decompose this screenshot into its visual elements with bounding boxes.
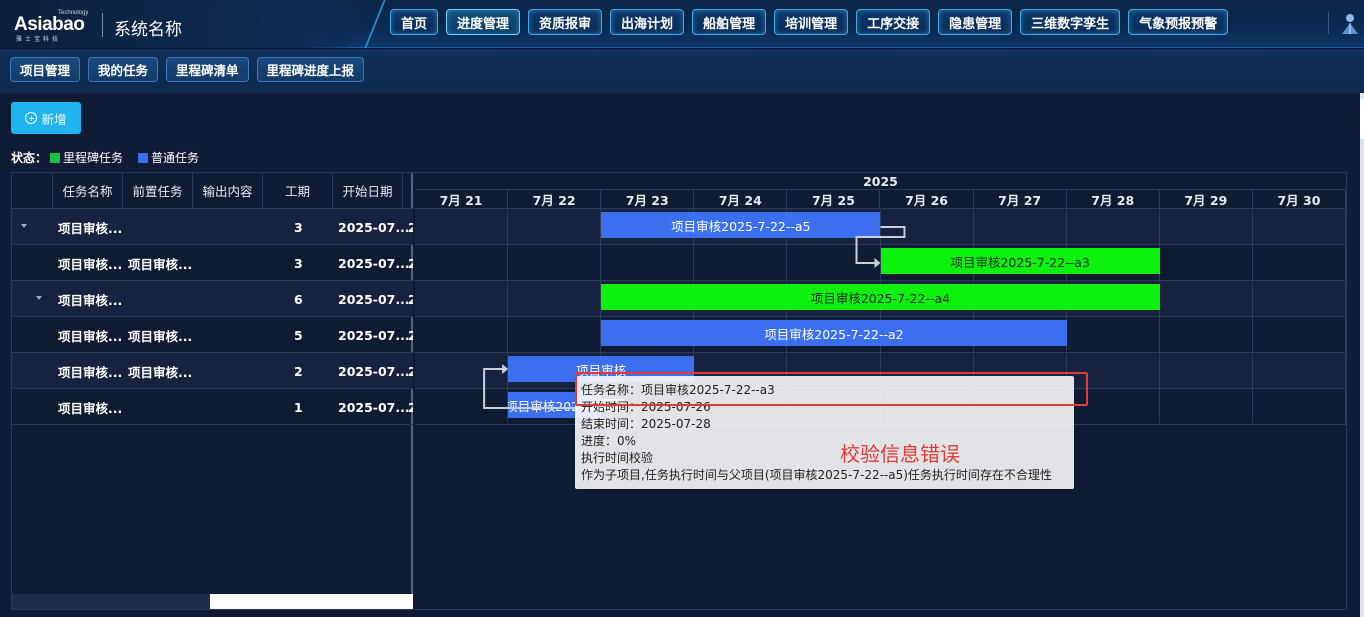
- subnav-item[interactable]: 里程碑进度上报: [256, 57, 365, 82]
- end-date-cell: 2: [408, 291, 413, 307]
- grid-header-duration[interactable]: 工期: [263, 173, 333, 209]
- add-button-label: 新增: [41, 111, 67, 127]
- nav-item[interactable]: 隐患管理: [938, 9, 1013, 35]
- sub-nav: 项目管理 我的任务 里程碑清单 里程碑进度上报: [10, 57, 365, 82]
- grid-header-output[interactable]: 输出内容: [193, 173, 263, 209]
- predecessor-cell: 项目审核...: [128, 256, 193, 272]
- brand-divider: [102, 13, 103, 37]
- end-date-cell: 2: [408, 219, 413, 235]
- milestone-swatch: [50, 152, 61, 163]
- start-date-cell: 2025-07...: [338, 399, 410, 415]
- task-name-cell: 项目审核...: [58, 292, 123, 308]
- table-row[interactable]: 项目审核... 3 2025-07... 2: [12, 209, 413, 245]
- logo-subtext: 雅士宝科技: [16, 36, 62, 43]
- duration-cell: 1: [294, 399, 303, 415]
- table-row[interactable]: 项目审核... 项目审核... 5 2025-07... 2: [12, 317, 413, 353]
- start-date-cell: 2025-07...: [338, 255, 410, 271]
- status-legend: 状态： 里程碑任务 普通任务: [11, 149, 211, 166]
- nav-item[interactable]: 出海计划: [610, 9, 685, 35]
- duration-cell: 3: [294, 219, 303, 235]
- duration-cell: 5: [294, 327, 303, 343]
- table-row[interactable]: 项目审核... 项目审核... 3 2025-07... 2: [12, 245, 413, 281]
- duration-cell: 3: [294, 255, 303, 271]
- error-highlight-box: [575, 372, 1088, 406]
- subnav-item[interactable]: 项目管理: [10, 57, 81, 82]
- legend-prefix: 状态：: [11, 151, 48, 165]
- tooltip-end-time: 结束时间：2025-07-28: [581, 417, 711, 431]
- nav-item[interactable]: 资质报审: [528, 9, 603, 35]
- grid-horizontal-scrollbar[interactable]: [12, 594, 413, 609]
- nav-item[interactable]: 船舶管理: [692, 9, 767, 35]
- start-date-cell: 2025-07...: [338, 291, 410, 307]
- tooltip-check-message: 作为子项目,任务执行时间与父项目(项目审核2025-7-22--a5)任务执行时…: [581, 468, 1052, 482]
- header-separator: [1328, 12, 1329, 34]
- grid-header-task-name[interactable]: 任务名称: [53, 173, 123, 209]
- company-logo: Technology Asiabao 雅士宝科技: [14, 10, 88, 43]
- task-name-cell: 项目审核...: [58, 256, 123, 272]
- task-name-cell: 项目审核...: [58, 364, 123, 380]
- subnav-item[interactable]: 我的任务: [88, 57, 159, 82]
- nav-item[interactable]: 三维数字孪生: [1020, 9, 1121, 35]
- subnav-item[interactable]: 里程碑清单: [166, 57, 249, 82]
- plus-circle-icon: [25, 112, 38, 124]
- task-grid: 任务名称 前置任务 输出内容 工期 开始日期 项目审核... 3 2025-07..…: [12, 173, 413, 609]
- duration-cell: 2: [294, 363, 303, 379]
- user-icon[interactable]: [1340, 12, 1360, 36]
- start-date-cell: 2025-07...: [338, 327, 410, 343]
- arrow-head-icon: [502, 364, 509, 374]
- grid-header-expand: [12, 173, 53, 209]
- nav-item[interactable]: 进度管理: [446, 9, 521, 35]
- end-date-cell: 2: [408, 255, 413, 271]
- main-content: 新增 状态： 里程碑任务 普通任务 任务名称 前置任务 输出内容 工期 开始日期…: [0, 93, 1364, 617]
- grid-header-more: [403, 173, 413, 209]
- duration-cell: 6: [294, 291, 303, 307]
- legend-normal-label: 普通任务: [151, 151, 200, 165]
- page-vertical-scrollbar[interactable]: [1360, 93, 1364, 617]
- logo-text: Asiabao: [14, 14, 85, 35]
- nav-item[interactable]: 首页: [390, 9, 439, 35]
- nav-item[interactable]: 工序交接: [856, 9, 931, 35]
- nav-item[interactable]: 培训管理: [774, 9, 849, 35]
- table-row[interactable]: 项目审核... 项目审核... 2 2025-07... 2: [12, 353, 413, 389]
- error-annotation: 校验信息错误: [840, 442, 960, 466]
- add-button[interactable]: 新增: [11, 102, 81, 134]
- arrow-head-icon: [874, 258, 881, 268]
- task-name-cell: 项目审核...: [58, 400, 123, 416]
- caret-down-icon[interactable]: [36, 296, 42, 300]
- start-date-cell: 2025-07...: [338, 363, 410, 379]
- predecessor-cell: 项目审核...: [128, 364, 193, 380]
- end-date-cell: 2: [408, 399, 413, 415]
- end-date-cell: 2: [408, 363, 413, 379]
- grid-header-predecessor[interactable]: 前置任务: [123, 173, 193, 209]
- nav-item[interactable]: 气象预报预警: [1128, 9, 1229, 35]
- end-date-cell: 2: [408, 327, 413, 343]
- grid-header-start-date[interactable]: 开始日期: [333, 173, 403, 209]
- top-header: Technology Asiabao 雅士宝科技 系统名称 首页 进度管理 资质报审…: [0, 0, 1364, 48]
- dependency-link: [855, 226, 906, 264]
- sub-nav-bar: 项目管理 我的任务 里程碑清单 里程碑进度上报: [0, 49, 1364, 93]
- scrollbar-thumb[interactable]: [210, 594, 413, 609]
- page-scrollbar-thumb[interactable]: [1360, 99, 1364, 139]
- top-nav: 首页 进度管理 资质报审 出海计划 船舶管理 培训管理 工序交接 隐患管理 三维数字孪生 气象预报…: [390, 9, 1229, 35]
- caret-down-icon[interactable]: [21, 224, 27, 228]
- start-date-cell: 2025-07...: [338, 219, 410, 235]
- predecessor-cell: 项目审核...: [128, 328, 193, 344]
- table-row[interactable]: 项目审核... 1 2025-07... 2: [12, 389, 413, 425]
- tooltip-progress: 进度：0%: [581, 434, 637, 448]
- tooltip-check-title: 执行时间校验: [581, 451, 654, 465]
- legend-milestone-label: 里程碑任务: [63, 151, 124, 165]
- task-name-cell: 项目审核...: [58, 220, 123, 236]
- normal-task-swatch: [138, 152, 149, 163]
- system-name: 系统名称: [114, 20, 182, 40]
- task-name-cell: 项目审核...: [58, 328, 123, 344]
- table-row[interactable]: 项目审核... 6 2025-07... 2: [12, 281, 413, 317]
